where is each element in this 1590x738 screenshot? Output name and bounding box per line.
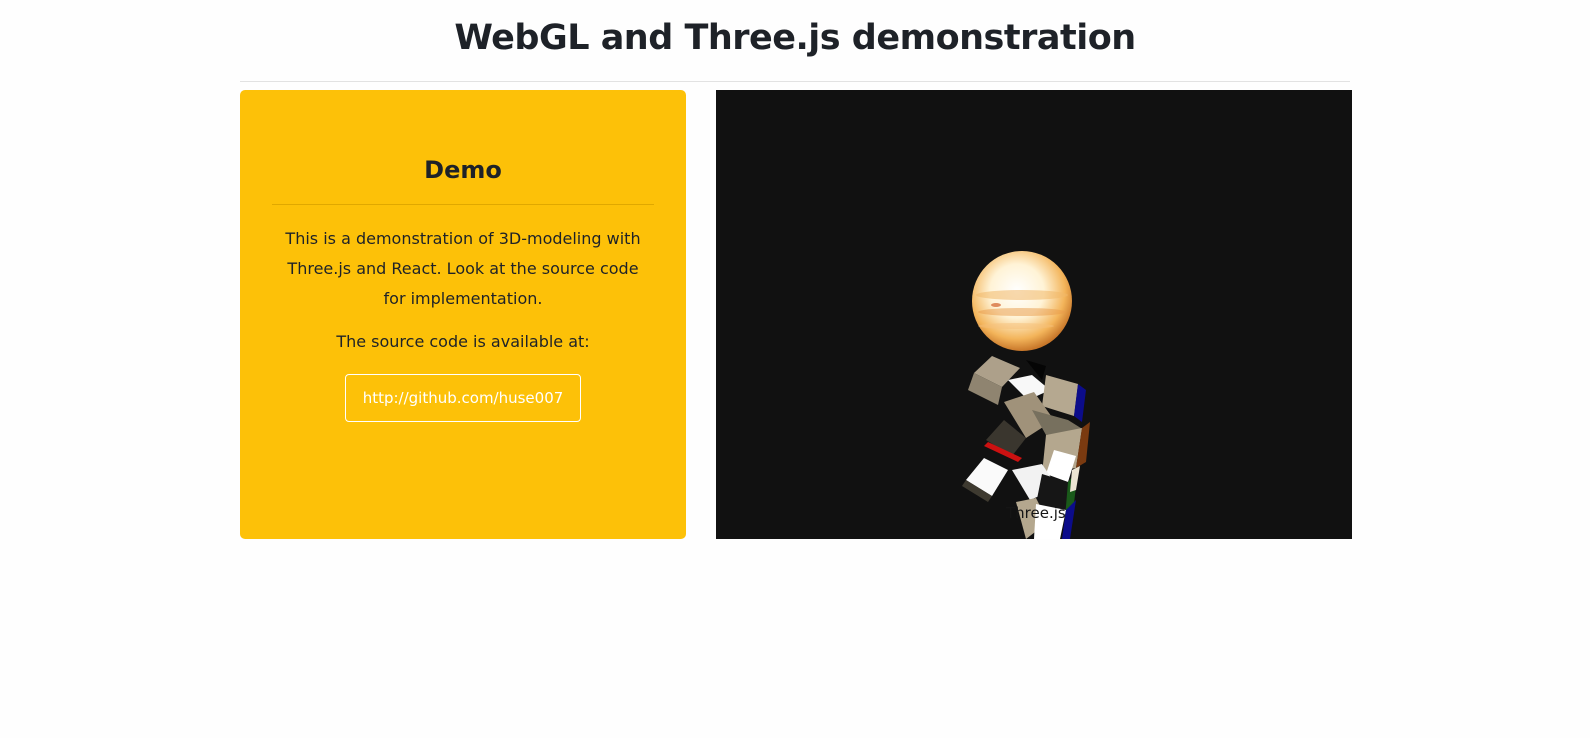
demo-card-title: Demo — [424, 156, 502, 184]
threejs-canvas[interactable]: Three.js — [716, 90, 1352, 539]
source-code-link-button[interactable]: http://github.com/huse007 — [345, 374, 581, 422]
sphere-object — [972, 251, 1072, 351]
demo-card-description: This is a demonstration of 3D-modeling w… — [285, 229, 641, 308]
scene-render — [962, 251, 1090, 539]
demo-card: Demo This is a demonstration of 3D-model… — [240, 90, 686, 539]
demo-card-divider — [272, 204, 654, 205]
header-divider — [240, 81, 1350, 82]
source-code-label: The source code is available at: — [336, 332, 590, 351]
page-title: WebGL and Three.js demonstration — [454, 18, 1136, 58]
threejs-label: Three.js — [1006, 504, 1066, 522]
